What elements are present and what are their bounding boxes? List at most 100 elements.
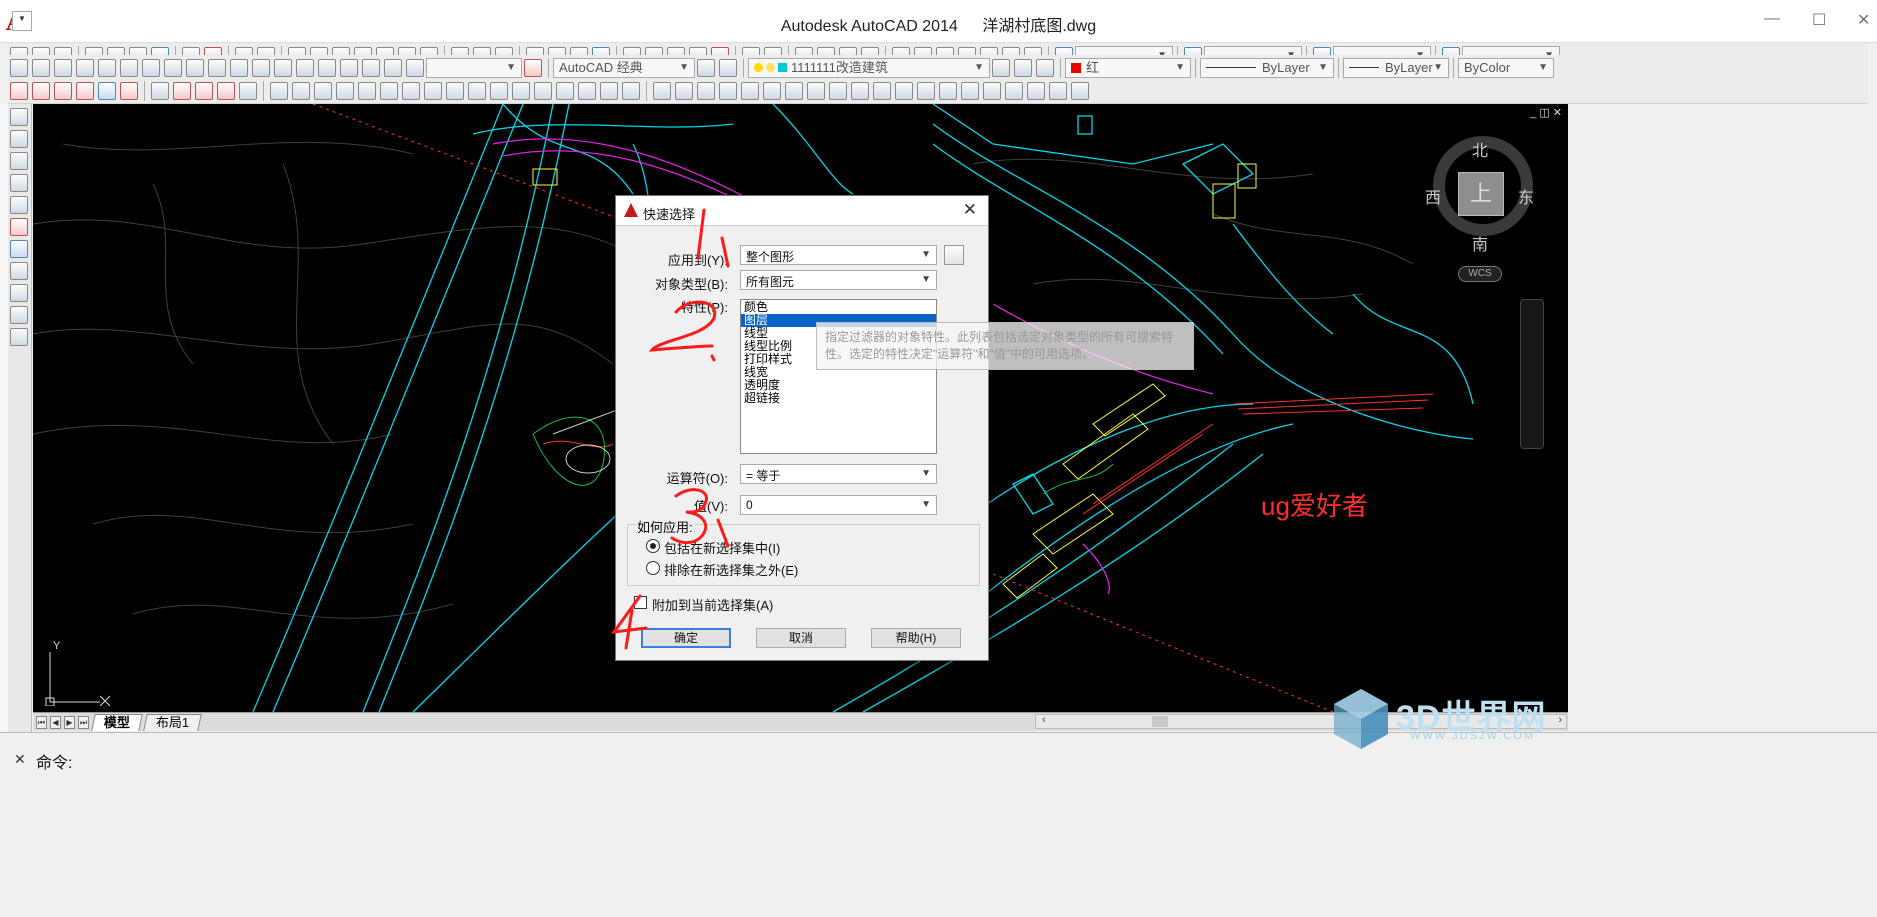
polyline-icon[interactable] bbox=[697, 81, 715, 100]
viewport-controls[interactable]: _ ◫ ✕ bbox=[1530, 106, 1562, 119]
layer-previous-icon[interactable] bbox=[1014, 58, 1032, 77]
circle-icon[interactable] bbox=[785, 81, 803, 100]
linetype-combo[interactable]: ByLayer ▼ bbox=[1200, 57, 1334, 78]
viewcube-west[interactable]: 西 bbox=[1425, 184, 1441, 208]
arc-length-icon[interactable] bbox=[54, 58, 72, 77]
side-tool-10-icon[interactable] bbox=[10, 306, 28, 324]
dim-edit-icon[interactable] bbox=[362, 58, 380, 77]
first-tab-icon[interactable]: ⏮ bbox=[36, 715, 47, 729]
command-close-icon[interactable]: ✕ bbox=[14, 751, 26, 768]
list-item[interactable]: 超链接 bbox=[741, 392, 936, 405]
side-tool-11-icon[interactable] bbox=[10, 328, 28, 346]
stretch-icon[interactable] bbox=[446, 81, 464, 100]
dim-icon-e[interactable] bbox=[239, 81, 257, 100]
insert-block-icon[interactable] bbox=[895, 81, 913, 100]
dim-icon-c[interactable] bbox=[195, 81, 213, 100]
side-tool-4-icon[interactable] bbox=[10, 174, 28, 192]
construction-line-icon[interactable] bbox=[675, 81, 693, 100]
dialog-close-icon[interactable]: ✕ bbox=[963, 200, 977, 220]
ellipse-icon[interactable] bbox=[851, 81, 869, 100]
jogged-icon[interactable] bbox=[120, 58, 138, 77]
viewcube-top-face[interactable]: 上 bbox=[1458, 172, 1504, 216]
scroll-left-icon[interactable]: ‹ bbox=[1042, 714, 1046, 726]
erase-icon[interactable] bbox=[270, 81, 288, 100]
side-tool-8-icon[interactable] bbox=[10, 262, 28, 280]
wcs-menu[interactable]: WCS bbox=[1458, 266, 1502, 282]
ok-button[interactable]: 确定 bbox=[641, 628, 731, 648]
array-icon[interactable] bbox=[358, 81, 376, 100]
gradient-icon[interactable] bbox=[983, 81, 1001, 100]
ellipse-arc-icon[interactable] bbox=[873, 81, 891, 100]
list-item[interactable]: 颜色 bbox=[741, 301, 936, 314]
offset-icon[interactable] bbox=[336, 81, 354, 100]
viewcube-south[interactable]: 南 bbox=[1472, 231, 1488, 255]
side-tool-7-icon[interactable] bbox=[10, 240, 28, 258]
add-selected-icon[interactable] bbox=[1071, 81, 1089, 100]
value-dropdown[interactable]: 0 ▼ bbox=[740, 495, 937, 515]
move-icon[interactable] bbox=[380, 81, 398, 100]
operator-dropdown[interactable]: = 等于 ▼ bbox=[740, 464, 937, 484]
rectangle-icon[interactable] bbox=[741, 81, 759, 100]
select-objects-button[interactable] bbox=[944, 245, 964, 265]
side-tool-2-icon[interactable] bbox=[10, 130, 28, 148]
table-icon[interactable] bbox=[1027, 81, 1045, 100]
include-radio[interactable] bbox=[646, 539, 660, 553]
workspace-combo[interactable]: AutoCAD 经典 ▼ bbox=[553, 57, 695, 78]
layer-state-icon[interactable] bbox=[1036, 58, 1054, 77]
viewcube-north[interactable]: 北 bbox=[1472, 137, 1488, 161]
join-icon[interactable] bbox=[534, 81, 552, 100]
tab-model[interactable]: 模型 bbox=[91, 713, 143, 731]
arc-icon[interactable] bbox=[763, 81, 781, 100]
tab-layout1[interactable]: 布局1 bbox=[143, 713, 203, 731]
express-icon-3[interactable] bbox=[54, 81, 72, 100]
continue-icon[interactable] bbox=[230, 58, 248, 77]
aligned-dim-icon[interactable] bbox=[32, 58, 50, 77]
side-tool-3-icon[interactable] bbox=[10, 152, 28, 170]
viewcube-east[interactable]: 东 bbox=[1518, 184, 1534, 208]
minimize-icon[interactable]: — bbox=[1764, 10, 1780, 28]
dim-style-combo-2[interactable]: ▼ bbox=[426, 57, 522, 78]
side-tool-9-icon[interactable] bbox=[10, 284, 28, 302]
express-icon-6[interactable] bbox=[120, 81, 138, 100]
express-icon-4[interactable] bbox=[76, 81, 94, 100]
apply-to-dropdown[interactable]: 整个图形 ▼ bbox=[740, 245, 937, 265]
object-type-dropdown[interactable]: 所有图元 ▼ bbox=[740, 270, 937, 290]
dim-update-icon[interactable] bbox=[406, 58, 424, 77]
mirror-icon[interactable] bbox=[314, 81, 332, 100]
hatch-icon[interactable] bbox=[961, 81, 979, 100]
exclude-radio[interactable] bbox=[646, 561, 660, 575]
include-label[interactable]: 包括在新选择集中(I) bbox=[664, 538, 780, 557]
dim-style-manager-icon[interactable] bbox=[524, 58, 542, 77]
rotate-icon[interactable] bbox=[402, 81, 420, 100]
cancel-button[interactable]: 取消 bbox=[756, 628, 846, 648]
extend-icon[interactable] bbox=[490, 81, 508, 100]
dim-text-edit-icon[interactable] bbox=[384, 58, 402, 77]
baseline-icon[interactable] bbox=[208, 58, 226, 77]
region-icon[interactable] bbox=[1005, 81, 1023, 100]
command-prompt[interactable]: 命令: bbox=[36, 749, 72, 773]
express-icon-5[interactable] bbox=[98, 81, 116, 100]
spline-icon[interactable] bbox=[829, 81, 847, 100]
chamfer-icon[interactable] bbox=[556, 81, 574, 100]
copy-object-icon[interactable] bbox=[292, 81, 310, 100]
blend-icon[interactable] bbox=[600, 81, 618, 100]
express-icon-1[interactable] bbox=[10, 81, 28, 100]
scroll-thumb[interactable] bbox=[1152, 716, 1168, 727]
maximize-icon[interactable]: ☐ bbox=[1812, 10, 1826, 30]
explode-icon[interactable] bbox=[622, 81, 640, 100]
quick-dim-icon[interactable] bbox=[186, 58, 204, 77]
dim-icon-b[interactable] bbox=[173, 81, 191, 100]
make-block-icon[interactable] bbox=[917, 81, 935, 100]
next-tab-icon[interactable]: ▶ bbox=[64, 715, 75, 729]
make-current-icon[interactable] bbox=[992, 58, 1010, 77]
color-combo[interactable]: 红 ▼ bbox=[1065, 57, 1191, 78]
fillet-icon[interactable] bbox=[578, 81, 596, 100]
dim-icon-a[interactable] bbox=[151, 81, 169, 100]
layer-combo[interactable]: 1111111改造建筑 ▼ bbox=[748, 57, 990, 78]
plot-style-combo[interactable]: ByColor ▼ bbox=[1458, 57, 1554, 78]
lineweight-combo[interactable]: ByLayer ▼ bbox=[1343, 57, 1449, 78]
center-mark-icon[interactable] bbox=[296, 58, 314, 77]
layer-properties-icon[interactable] bbox=[719, 58, 737, 77]
jogged-linear-icon[interactable] bbox=[340, 58, 358, 77]
navigation-bar[interactable] bbox=[1520, 299, 1544, 449]
